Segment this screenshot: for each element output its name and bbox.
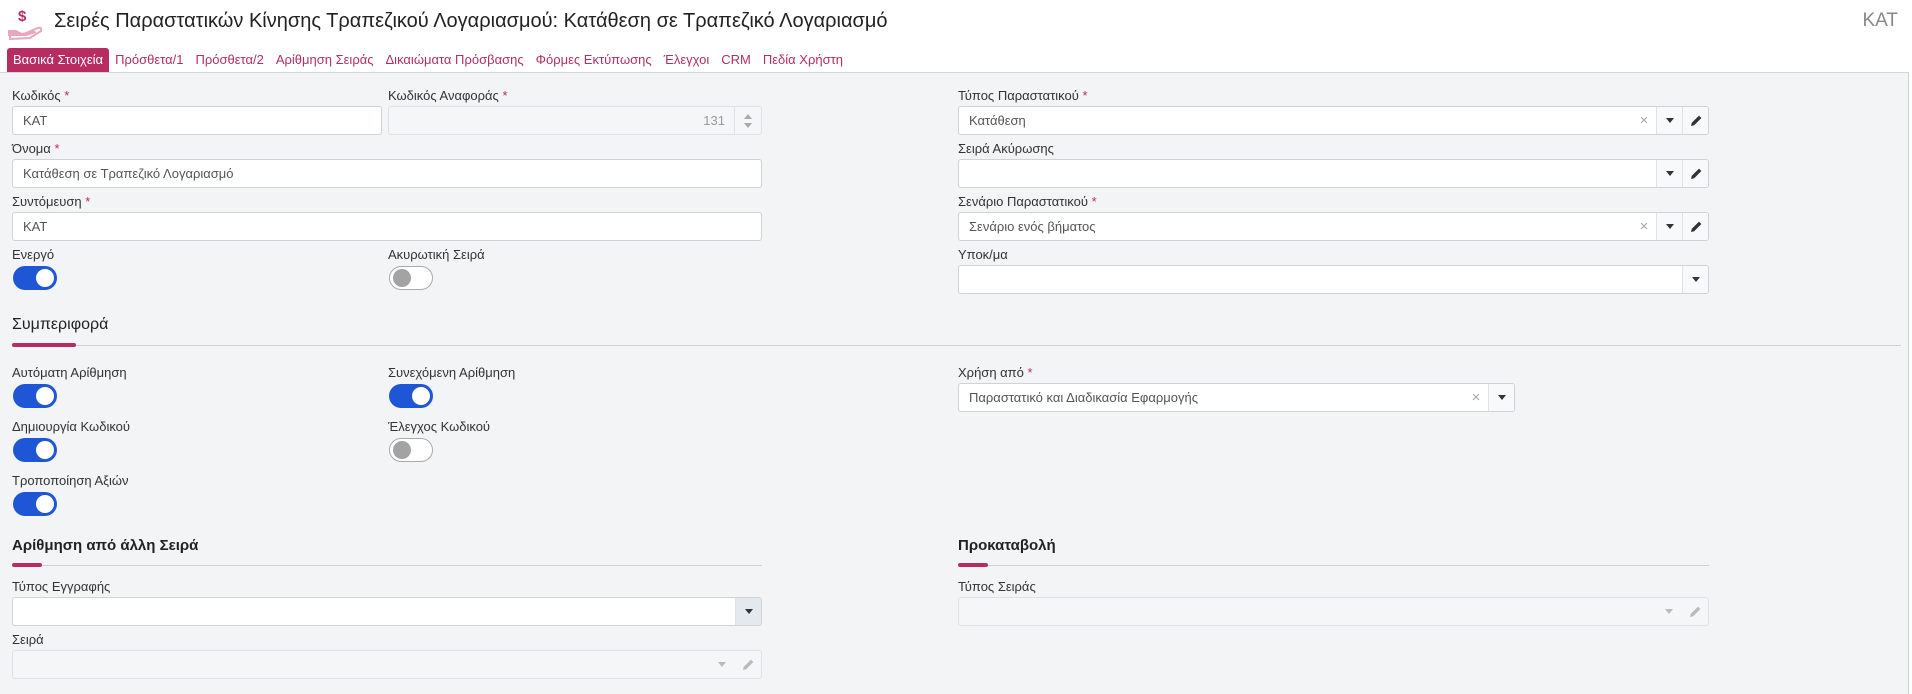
used-by-label: Χρήση από * [958,365,1033,380]
record-code: ΚΑΤ [1862,10,1898,31]
code-check-label: Έλεγχος Κωδικού [388,419,491,434]
tab-additional-2[interactable]: Πρόσθετα/2 [189,48,269,72]
chevron-down-icon[interactable] [1656,160,1682,187]
chevron-down-icon[interactable] [1488,384,1514,411]
active-toggle[interactable] [13,266,57,290]
doc-type-select[interactable]: Κατάθεση × [958,106,1709,135]
advance-section-title: Προκαταβολή [958,537,1056,554]
behavior-section-title: Συμπεριφορά [12,316,109,333]
toggle-knob [412,387,430,405]
record-type-select[interactable] [12,597,762,626]
record-type-label: Τύπος Εγγραφής [12,579,111,594]
svg-text:$: $ [18,8,27,25]
tab-print-forms[interactable]: Φόρμες Εκτύπωσης [530,48,658,72]
name-label: Όνομα * [12,141,60,156]
clear-icon[interactable]: × [1466,384,1486,411]
continuous-numbering-label: Συνεχόμενη Αρίθμηση [388,365,516,380]
name-field[interactable]: Κατάθεση σε Τραπεζικό Λογαριασμό [12,159,762,188]
tab-access-rights[interactable]: Δικαιώματα Πρόσβασης [380,48,530,72]
chevron-down-icon[interactable] [1682,266,1708,293]
tab-series-numbering[interactable]: Αρίθμηση Σειράς [270,48,380,72]
toggle-knob [36,387,54,405]
ref-code-value: 131 [703,113,725,128]
cancelling-series-toggle[interactable] [389,266,433,290]
numbering-other-section-title: Αρίθμηση από άλλη Σειρά [12,537,199,554]
pencil-icon[interactable] [1682,598,1708,625]
series-select[interactable] [12,650,762,679]
section-accent [12,343,76,347]
cancel-series-label: Σειρά Ακύρωσης [958,141,1054,156]
chevron-down-icon[interactable] [1656,598,1682,625]
ref-code-field[interactable]: 131 [388,106,762,135]
value-modification-toggle[interactable] [13,492,57,516]
toggle-knob [36,495,54,513]
chevron-down-icon[interactable] [735,598,761,625]
pencil-icon[interactable] [1682,107,1708,134]
branch-select[interactable] [958,265,1709,294]
chevron-down-icon[interactable] [1656,107,1682,134]
value-modification-label: Τροποποίηση Αξιών [12,473,129,488]
auto-numbering-label: Αυτόματη Αρίθμηση [12,365,127,380]
section-divider [12,565,762,566]
section-accent [958,563,988,567]
toggle-knob [393,441,411,459]
page-title: Σειρές Παραστατικών Κίνησης Τραπεζικού Λ… [54,10,888,32]
chevron-down-icon[interactable] [709,651,735,678]
section-divider [958,565,1709,566]
doc-scenario-label: Σενάριο Παραστατικού * [958,194,1097,209]
money-hand-icon: $ [8,8,43,40]
auto-numbering-toggle[interactable] [13,384,57,408]
branch-label: Υποκ/μα [958,247,1008,262]
tab-crm[interactable]: CRM [715,48,757,72]
pencil-icon[interactable] [1682,213,1708,240]
code-label: Κωδικός * [12,88,70,103]
section-accent [12,563,42,567]
tab-user-fields[interactable]: Πεδία Χρήστη [757,48,849,72]
form-content: Κωδικός * ΚΑΤ Κωδικός Αναφοράς * 131 Τύπ… [0,72,1909,694]
used-by-value: Παραστατικό και Διαδικασία Εφαρμογής [969,390,1198,405]
doc-type-value: Κατάθεση [969,113,1026,128]
series-type-select[interactable] [958,597,1709,626]
used-by-select[interactable]: Παραστατικό και Διαδικασία Εφαρμογής × [958,383,1515,412]
code-creation-toggle[interactable] [13,438,57,462]
active-label: Ενεργό [12,247,55,262]
doc-scenario-value: Σενάριο ενός βήματος [969,219,1096,234]
clear-icon[interactable]: × [1634,213,1654,240]
tab-checks[interactable]: Έλεγχοι [658,48,716,72]
toggle-knob [393,269,411,287]
cancelling-series-label: Ακυρωτική Σειρά [388,247,485,262]
series-label: Σειρά [12,632,44,647]
page-header: $ Σειρές Παραστατικών Κίνησης Τραπεζικού… [0,0,1912,44]
tab-basic-info[interactable]: Βασικά Στοιχεία [7,47,110,72]
code-creation-label: Δημιουργία Κωδικού [12,419,131,434]
pencil-icon[interactable] [735,651,761,678]
stepper-up-icon[interactable] [744,114,752,119]
ref-code-stepper[interactable] [734,107,761,134]
toggle-knob [36,269,54,287]
stepper-down-icon[interactable] [744,123,752,128]
tab-bar: Βασικά Στοιχεία Πρόσθετα/1 Πρόσθετα/2 Αρ… [0,47,1912,72]
doc-scenario-select[interactable]: Σενάριο ενός βήματος × [958,212,1709,241]
abbreviation-label: Συντόμευση * [12,194,91,209]
chevron-down-icon[interactable] [1656,213,1682,240]
tab-additional-1[interactable]: Πρόσθετα/1 [109,48,189,72]
series-type-label: Τύπος Σειράς [958,579,1036,594]
ref-code-label: Κωδικός Αναφοράς * [388,88,508,103]
clear-icon[interactable]: × [1634,107,1654,134]
toggle-knob [36,441,54,459]
code-check-toggle[interactable] [389,438,433,462]
pencil-icon[interactable] [1682,160,1708,187]
doc-type-label: Τύπος Παραστατικού * [958,88,1088,103]
section-divider [12,345,1901,346]
cancel-series-select[interactable] [958,159,1709,188]
code-field[interactable]: ΚΑΤ [12,106,382,135]
abbreviation-field[interactable]: ΚΑΤ [12,212,762,241]
continuous-numbering-toggle[interactable] [389,384,433,408]
